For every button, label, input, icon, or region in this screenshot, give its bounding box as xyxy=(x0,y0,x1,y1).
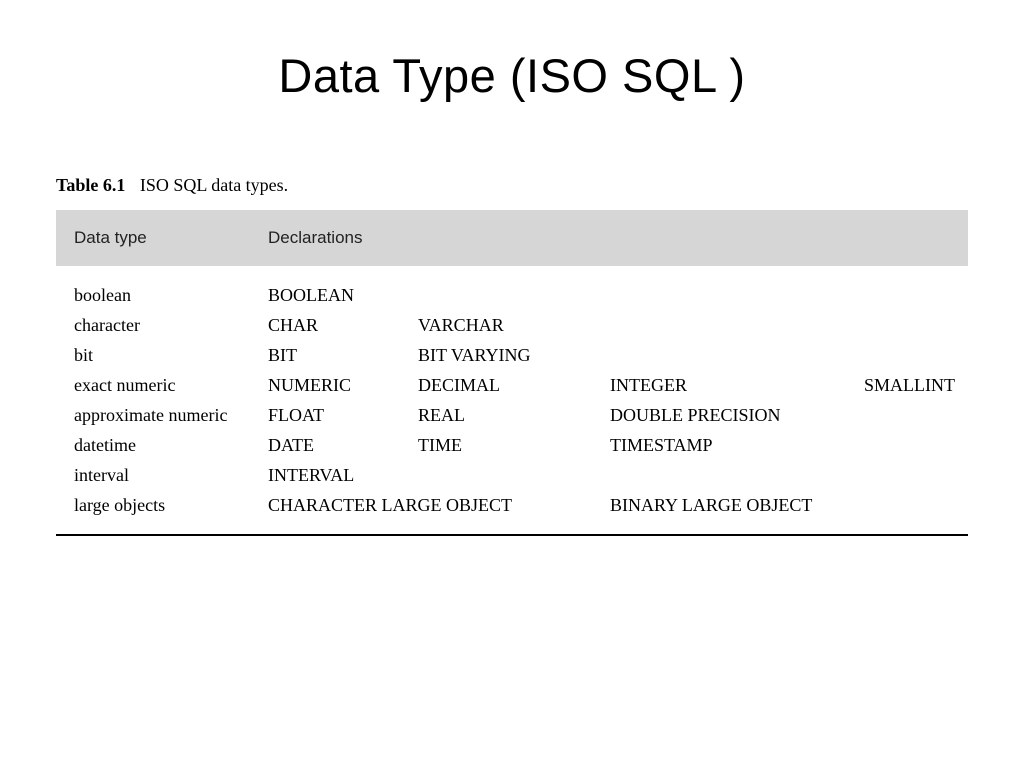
table-row: characterCHARVARCHAR xyxy=(74,310,968,340)
cell-data-type: datetime xyxy=(74,430,268,460)
cell-declaration xyxy=(610,310,864,340)
caption-label: Table 6.1 xyxy=(56,175,125,195)
cell-declaration: NUMERIC xyxy=(268,370,418,400)
table-row: large objectsCHARACTER LARGE OBJECTBINAR… xyxy=(74,490,968,520)
cell-declaration: BOOLEAN xyxy=(268,280,418,310)
table-body: booleanBOOLEANcharacterCHARVARCHARbitBIT… xyxy=(56,266,968,536)
cell-data-type: large objects xyxy=(74,490,268,520)
cell-declaration: DOUBLE PRECISION xyxy=(610,400,864,430)
cell-declaration: CHARACTER LARGE OBJECT xyxy=(268,490,610,520)
table-row: intervalINTERVAL xyxy=(74,460,968,490)
cell-declaration xyxy=(418,280,610,310)
cell-declaration: BIT xyxy=(268,340,418,370)
cell-declaration: TIME xyxy=(418,430,610,460)
header-data-type: Data type xyxy=(56,228,268,248)
cell-declaration: INTEGER xyxy=(610,370,864,400)
cell-declaration: BINARY LARGE OBJECT xyxy=(610,490,864,520)
table-caption: Table 6.1 ISO SQL data types. xyxy=(56,175,1024,196)
cell-data-type: exact numeric xyxy=(74,370,268,400)
table-row: exact numericNUMERICDECIMALINTEGERSMALLI… xyxy=(74,370,968,400)
data-types-table: Data type Declarations booleanBOOLEANcha… xyxy=(56,210,968,536)
cell-data-type: boolean xyxy=(74,280,268,310)
cell-declaration: REAL xyxy=(418,400,610,430)
header-declarations: Declarations xyxy=(268,228,363,248)
cell-declaration xyxy=(610,460,864,490)
table-row: datetimeDATETIMETIMESTAMP xyxy=(74,430,968,460)
cell-data-type: approximate numeric xyxy=(74,400,268,430)
page-title: Data Type (ISO SQL ) xyxy=(0,0,1024,103)
table-row: bitBITBIT VARYING xyxy=(74,340,968,370)
cell-declaration xyxy=(610,280,864,310)
cell-declaration: BIT VARYING xyxy=(418,340,610,370)
cell-declaration: DATE xyxy=(268,430,418,460)
cell-declaration xyxy=(610,340,864,370)
cell-declaration xyxy=(418,460,610,490)
cell-data-type: interval xyxy=(74,460,268,490)
cell-declaration: SMALLINT xyxy=(864,370,955,400)
cell-declaration: FLOAT xyxy=(268,400,418,430)
slide: Data Type (ISO SQL ) Table 6.1 ISO SQL d… xyxy=(0,0,1024,768)
table-row: approximate numericFLOATREALDOUBLE PRECI… xyxy=(74,400,968,430)
cell-data-type: character xyxy=(74,310,268,340)
cell-declaration: CHAR xyxy=(268,310,418,340)
table-header: Data type Declarations xyxy=(56,210,968,266)
cell-declaration: DECIMAL xyxy=(418,370,610,400)
cell-declaration: VARCHAR xyxy=(418,310,610,340)
caption-text: ISO SQL data types. xyxy=(140,175,288,195)
cell-declaration: TIMESTAMP xyxy=(610,430,864,460)
cell-declaration: INTERVAL xyxy=(268,460,418,490)
table-row: booleanBOOLEAN xyxy=(74,280,968,310)
cell-data-type: bit xyxy=(74,340,268,370)
